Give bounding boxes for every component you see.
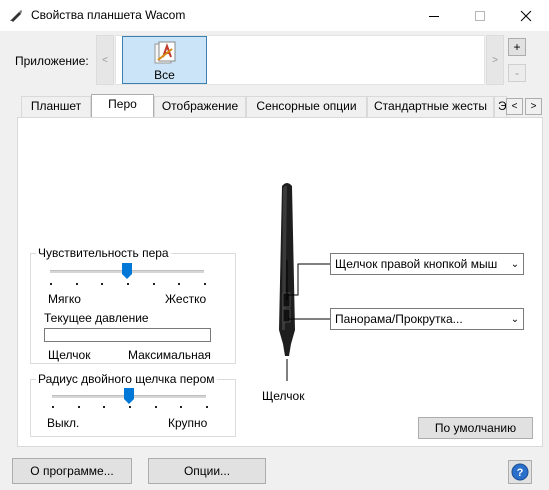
chevron-down-icon: ⌄: [510, 258, 520, 270]
pressure-max-label: Максимальная: [128, 348, 211, 362]
slider-tick: [153, 283, 155, 285]
chevron-left-icon: <: [511, 101, 518, 112]
default-button[interactable]: По умолчанию: [418, 417, 533, 439]
pressure-click-label: Щелчок: [48, 348, 91, 362]
chevron-right-icon: >: [530, 101, 537, 112]
tab-bar: Планшет Перо Отображение Сенсорные опции…: [17, 94, 543, 118]
tab-display[interactable]: Отображение: [154, 96, 246, 117]
add-application-button[interactable]: +: [508, 38, 526, 56]
slider-tick: [178, 283, 180, 285]
chevron-right-icon: >: [492, 54, 498, 66]
application-item-all[interactable]: Все: [122, 36, 207, 84]
options-button[interactable]: Опции...: [148, 458, 266, 484]
slider-tick: [76, 283, 78, 285]
upper-button-function-select[interactable]: Щелчок правой кнопкой мыш ⌄: [330, 253, 524, 275]
slider-tick: [155, 406, 157, 408]
slider-tick: [206, 406, 208, 408]
window-title: Свойства планшета Wacom: [31, 8, 186, 22]
slider-tick: [129, 406, 131, 408]
pen-tip-label: Щелчок: [262, 389, 305, 403]
slider-tick: [180, 406, 182, 408]
lower-button-function-value: Панорама/Прокрутка...: [335, 312, 463, 326]
pen-sensitivity-title: Чувствительность пера: [36, 246, 171, 260]
slider-tick: [78, 406, 80, 408]
tabs-scroll-left-button[interactable]: <: [506, 98, 523, 115]
slider-tick: [52, 406, 54, 408]
double-click-distance-title: Радиус двойного щелчка пером: [36, 372, 217, 386]
pen-button-connectors: [286, 263, 330, 381]
upper-button-function-value: Щелчок правой кнопкой мыш: [335, 257, 498, 271]
pen-sensitivity-min-label: Мягко: [48, 292, 81, 306]
chevron-down-icon: ⌄: [510, 313, 520, 325]
tab-touch-options[interactable]: Сенсорные опции: [246, 96, 367, 117]
double-click-max-label: Крупно: [168, 416, 208, 430]
application-label: Приложение:: [15, 54, 89, 68]
current-pressure-bar: [44, 328, 211, 342]
slider-tick: [50, 283, 52, 285]
help-button[interactable]: ?: [508, 460, 532, 484]
tab-pen[interactable]: Перо: [91, 94, 154, 117]
lower-button-function-select[interactable]: Панорама/Прокрутка... ⌄: [330, 308, 524, 330]
double-click-ticks: [52, 406, 208, 408]
app-scroll-right-button[interactable]: >: [486, 35, 504, 85]
app-scroll-left-button[interactable]: <: [96, 35, 114, 85]
double-click-min-label: Выкл.: [47, 416, 80, 430]
slider-tick: [127, 283, 129, 285]
minus-icon: -: [515, 66, 519, 80]
slider-tick: [103, 406, 105, 408]
pen-sensitivity-max-label: Жестко: [165, 292, 207, 306]
pen-sensitivity-ticks: [50, 283, 206, 285]
about-button[interactable]: О программе...: [12, 458, 132, 484]
pen-sensitivity-slider[interactable]: [122, 263, 132, 279]
slider-tick: [204, 283, 206, 285]
all-apps-icon: [154, 41, 176, 64]
maximize-button[interactable]: [457, 0, 503, 31]
minimize-icon: [429, 15, 439, 17]
slider-tick: [101, 283, 103, 285]
help-icon: ?: [511, 463, 529, 481]
remove-application-button[interactable]: -: [508, 64, 526, 82]
close-button[interactable]: [503, 0, 549, 31]
double-click-distance-slider[interactable]: [124, 388, 134, 404]
tabs-scroll-right-button[interactable]: >: [525, 98, 542, 115]
application-item-label: Все: [154, 68, 175, 82]
close-icon: [520, 10, 532, 21]
svg-text:?: ?: [517, 467, 524, 479]
chevron-left-icon: <: [102, 54, 108, 66]
tab-standard-gestures[interactable]: Стандартные жесты: [367, 96, 494, 117]
minimize-button[interactable]: [411, 0, 457, 31]
plus-icon: +: [513, 40, 521, 54]
maximize-icon: [475, 10, 485, 21]
current-pressure-label: Текущее давление: [44, 311, 149, 325]
wacom-pen-icon: [9, 8, 23, 22]
tab-tablet[interactable]: Планшет: [21, 96, 91, 117]
